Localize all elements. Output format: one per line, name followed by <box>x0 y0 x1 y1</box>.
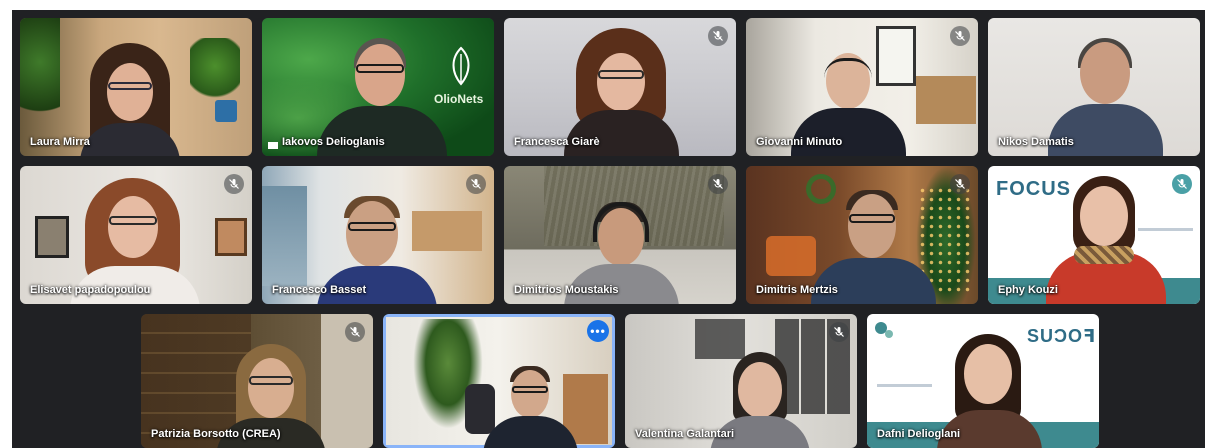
participant-tile-nikos-damatis[interactable]: Nikos Damatis <box>988 18 1200 156</box>
participant-tile-iakovos-delioglanis[interactable]: OlioNets Iakovos Delioglanis <box>262 18 494 156</box>
mic-off-icon <box>466 174 486 194</box>
participant-name: Nikos Damatis <box>998 136 1074 148</box>
participant-name: Valentina Galantari <box>635 428 735 440</box>
participant-tile-giovanni-minuto[interactable]: Giovanni Minuto <box>746 18 978 156</box>
focus-logo: FOCUS <box>996 178 1071 200</box>
participant-name: Patrizia Borsotto (CREA) <box>151 428 281 440</box>
participant-tile-ephy-kouzi[interactable]: FOCUS Ephy Kouzi <box>988 166 1200 304</box>
mic-off-icon <box>708 174 728 194</box>
participant-tile-laura-mirra[interactable]: Laura Mirra <box>20 18 252 156</box>
mic-off-icon <box>224 174 244 194</box>
participant-tile-francesca-giare[interactable]: Francesca Giarè <box>504 18 736 156</box>
participant-name: Ephy Kouzi <box>998 284 1058 296</box>
participant-tile-dafni-delioglani[interactable]: SUϽOꟻ Dafni Delioglani <box>867 314 1099 448</box>
participant-tile-patrizia-borsotto[interactable]: Patrizia Borsotto (CREA) <box>141 314 373 448</box>
meeting-grid: Laura Mirra OlioNets Iakovos Delioglanis <box>12 10 1205 448</box>
participant-name: Dimitrios Moustakis <box>514 284 619 296</box>
participant-tile-elisavet-papadopoulou[interactable]: Elisavet papadopoulou <box>20 166 252 304</box>
participant-tile-dimitrios-moustakis[interactable]: Dimitrios Moustakis <box>504 166 736 304</box>
mic-off-icon <box>950 174 970 194</box>
mic-off-icon <box>345 322 365 342</box>
participant-name: Dafni Delioglani <box>877 428 961 440</box>
more-options-icon[interactable]: ••• <box>587 320 609 342</box>
participant-name: Dimitris Mertzis <box>756 284 838 296</box>
mic-off-icon <box>1172 174 1192 194</box>
participant-name: Laura Mirra <box>30 136 90 148</box>
mic-off-icon <box>950 26 970 46</box>
mic-off-icon <box>829 322 849 342</box>
mic-off-icon <box>708 26 728 46</box>
participant-tile-francesco-basset[interactable]: Francesco Basset <box>262 166 494 304</box>
focus-logo-mirrored: SUϽOꟻ <box>1027 326 1097 346</box>
participant-name: Elisavet papadopoulou <box>30 284 151 296</box>
participant-tile-valentina-galantari[interactable]: Valentina Galantari <box>625 314 857 448</box>
oliveneta-logo: OlioNets <box>434 92 484 106</box>
participant-name: Francesco Basset <box>272 284 367 296</box>
participant-name: Iakovos Delioglanis <box>282 136 385 148</box>
participant-name: Giovanni Minuto <box>756 136 843 148</box>
participant-tile-self-view[interactable]: ••• <box>383 314 615 448</box>
participant-name: Francesca Giarè <box>514 136 600 148</box>
participant-tile-dimitris-mertzis[interactable]: Dimitris Mertzis <box>746 166 978 304</box>
olive-leaf-logo-icon <box>452 46 470 86</box>
